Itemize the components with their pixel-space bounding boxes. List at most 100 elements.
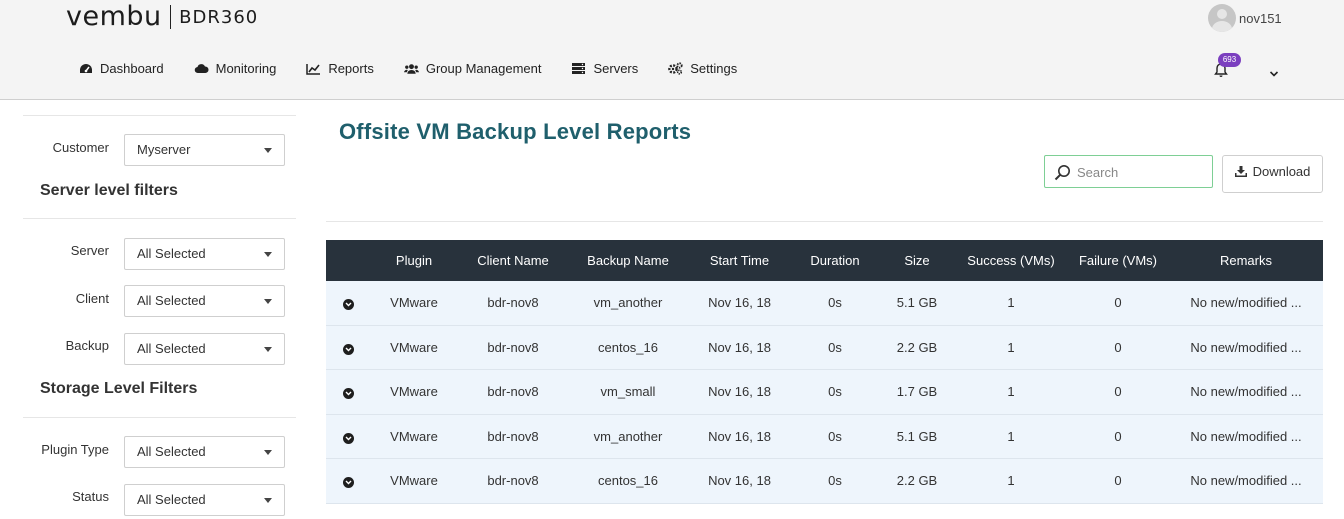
cell-plugin: VMware — [390, 473, 438, 489]
search-icon — [1054, 164, 1071, 186]
status-filter-label: Status — [72, 489, 109, 504]
col-header-success[interactable]: Success (VMs) — [955, 253, 1067, 268]
cell-remarks: No new/modified ... — [1190, 339, 1302, 355]
report-table: Plugin Client Name Backup Name Start Tim… — [326, 240, 1323, 504]
cell-backup-name: vm_small — [600, 384, 656, 400]
chevron-circle-down-icon[interactable] — [342, 432, 354, 444]
cell-success-vms: 1 — [1007, 295, 1015, 311]
expand-cell[interactable] — [326, 295, 370, 311]
cell-client-name: bdr-nov8 — [487, 384, 539, 400]
table-row[interactable]: VMware bdr-nov8 centos_16 Nov 16, 18 0s 2.2 G… — [326, 325, 1323, 370]
cell-failure-vms: 0 — [1114, 473, 1122, 489]
col-header-plugin[interactable]: Plugin — [370, 253, 458, 268]
col-header-failure[interactable]: Failure (VMs) — [1067, 253, 1169, 268]
divider — [23, 218, 296, 219]
cell-size: 5.1 GB — [896, 295, 938, 311]
customer-select[interactable]: Myserver — [124, 134, 285, 166]
chevron-circle-down-icon[interactable] — [342, 388, 354, 400]
cell-plugin: VMware — [390, 295, 438, 311]
server-filter-value: All Selected — [137, 246, 206, 261]
cell-duration: 0s — [828, 295, 842, 311]
col-header-client-name[interactable]: Client Name — [458, 253, 568, 268]
server-filter-select[interactable]: All Selected — [124, 238, 285, 270]
plugin-type-filter-select[interactable]: All Selected — [124, 436, 285, 468]
avatar[interactable] — [1208, 4, 1236, 32]
line-chart-icon — [306, 62, 321, 76]
nav-label: Settings — [690, 61, 738, 76]
col-header-start-time[interactable]: Start Time — [688, 253, 791, 268]
expand-cell[interactable] — [326, 384, 370, 400]
nav-group-management[interactable]: Group Management — [403, 61, 542, 76]
server-icon — [571, 62, 586, 76]
chevron-down-icon[interactable] — [1269, 65, 1279, 77]
cell-client-name: bdr-nov8 — [487, 473, 539, 489]
nav-label: Monitoring — [215, 61, 277, 76]
nav-label: Group Management — [425, 61, 542, 76]
expand-cell[interactable] — [326, 340, 370, 355]
chevron-circle-down-icon[interactable] — [342, 477, 354, 489]
cell-success-vms: 1 — [1007, 428, 1015, 444]
client-filter-select[interactable]: All Selected — [124, 285, 285, 317]
notification-badge[interactable]: 693 — [1218, 53, 1241, 67]
customer-select-value: Myserver — [137, 142, 191, 157]
nav-settings[interactable]: Settings — [668, 61, 737, 76]
plugin-type-filter-value: All Selected — [137, 444, 206, 459]
download-label: Download — [1252, 164, 1311, 179]
col-header-remarks[interactable]: Remarks — [1169, 253, 1323, 268]
nav-servers[interactable]: Servers — [571, 61, 638, 76]
col-header-duration[interactable]: Duration — [791, 253, 879, 268]
cell-start-time: Nov 16, 18 — [708, 295, 771, 311]
caret-down-icon — [264, 299, 272, 304]
chevron-circle-down-icon[interactable] — [342, 343, 354, 355]
cell-start-time: Nov 16, 18 — [708, 473, 771, 489]
search-box[interactable] — [1044, 155, 1213, 188]
cell-duration: 0s — [828, 339, 842, 355]
main-nav: Dashboard Monitoring Reports Group Manag… — [78, 61, 767, 76]
user-menu[interactable]: nov151 — [1208, 4, 1282, 32]
logo-product: BDR360 — [179, 6, 259, 28]
expand-cell[interactable] — [326, 473, 370, 489]
caret-down-icon — [264, 450, 272, 455]
cell-plugin: VMware — [390, 428, 438, 444]
cell-failure-vms: 0 — [1114, 339, 1122, 355]
cell-client-name: bdr-nov8 — [487, 295, 539, 311]
backup-filter-select[interactable]: All Selected — [124, 333, 285, 365]
cell-size: 5.1 GB — [896, 428, 938, 444]
filter-sidebar: Customer Myserver Server level filters S… — [23, 100, 296, 519]
cell-backup-name: vm_another — [593, 295, 663, 311]
nav-label: Dashboard — [100, 61, 164, 76]
server-level-filters-heading: Server level filters — [40, 182, 178, 199]
search-input[interactable] — [1077, 162, 1207, 182]
expand-cell[interactable] — [326, 429, 370, 444]
table-row[interactable]: VMware bdr-nov8 centos_16 Nov 16, 18 0s 2.2 G… — [326, 459, 1323, 504]
nav-reports[interactable]: Reports — [306, 61, 374, 76]
client-filter-value: All Selected — [137, 293, 206, 308]
users-icon — [403, 62, 419, 76]
cell-backup-name: centos_16 — [598, 473, 658, 489]
table-row[interactable]: VMware bdr-nov8 vm_another Nov 16, 18 0s 5.1 … — [326, 414, 1323, 459]
cell-size: 1.7 GB — [896, 384, 938, 400]
cell-start-time: Nov 16, 18 — [708, 428, 771, 444]
cell-backup-name: centos_16 — [598, 339, 658, 355]
nav-monitoring[interactable]: Monitoring — [194, 61, 277, 76]
backup-filter-label: Backup — [65, 338, 109, 353]
cell-duration: 0s — [828, 384, 842, 400]
caret-down-icon — [264, 252, 272, 257]
cloud-icon — [194, 62, 209, 76]
col-header-size[interactable]: Size — [879, 253, 955, 268]
storage-level-filters-heading: Storage Level Filters — [40, 380, 198, 397]
dashboard-icon — [78, 62, 93, 76]
col-header-backup-name[interactable]: Backup Name — [568, 253, 688, 268]
status-filter-select[interactable]: All Selected — [124, 484, 285, 516]
cell-client-name: bdr-nov8 — [487, 428, 539, 444]
chevron-circle-down-icon[interactable] — [342, 299, 354, 311]
table-body: VMware bdr-nov8 vm_another Nov 16, 18 0s 5.1 … — [326, 281, 1323, 504]
table-row[interactable]: VMware bdr-nov8 vm_another Nov 16, 18 0s 5.1 … — [326, 281, 1323, 326]
vembu-logo[interactable]: vembu BDR360 — [66, 3, 258, 31]
gears-icon — [668, 62, 683, 76]
cell-size: 2.2 GB — [896, 473, 938, 489]
nav-dashboard[interactable]: Dashboard — [78, 61, 164, 76]
caret-down-icon — [264, 498, 272, 503]
download-button[interactable]: Download — [1222, 155, 1323, 193]
table-row[interactable]: VMware bdr-nov8 vm_small Nov 16, 18 0s 1.7 GB… — [326, 370, 1323, 415]
